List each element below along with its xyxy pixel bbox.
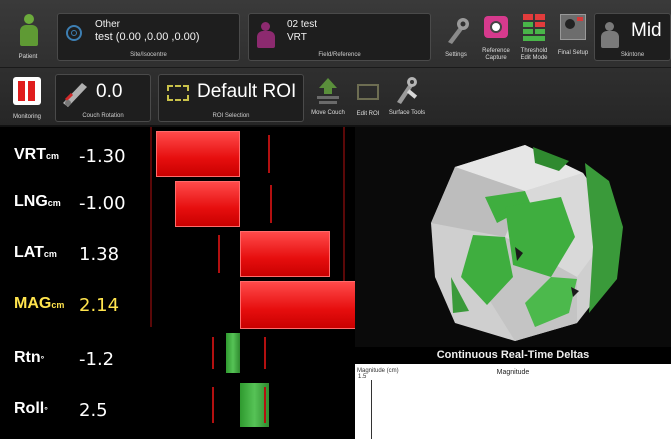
patient-icon	[19, 14, 39, 46]
threshold-guide-line	[150, 127, 152, 327]
reference-capture-label: Reference Capture	[482, 48, 510, 61]
site-caption: Site/Isocentre	[130, 52, 167, 58]
field-caption: Field/Reference	[318, 52, 361, 58]
site-panel[interactable]: Other test (0.00 ,0.00 ,0.00) Site/Isoce…	[57, 13, 240, 61]
move-couch-icon	[317, 78, 339, 104]
roi-icon	[167, 85, 189, 101]
delta-value: 1.38	[79, 244, 120, 265]
deltas-panel: VRTcm -1.30 LNGcm -1.00 LATcm 1.38 MAGcm…	[0, 127, 380, 439]
roi-value: Default ROI	[197, 81, 297, 102]
skintone-value: Mid	[631, 20, 662, 41]
monitoring-label: Monitoring	[12, 114, 41, 120]
delta-row-lng: LNGcm -1.00	[0, 183, 140, 223]
skintone-person-icon	[601, 22, 619, 48]
delta-row-lat: LATcm 1.38	[0, 234, 140, 274]
patient-label: Patient	[18, 54, 38, 60]
delta-bar-rtn	[225, 333, 240, 373]
wrench-icon	[448, 18, 469, 44]
crosshair-icon	[66, 25, 82, 41]
delta-bar-lat	[240, 231, 330, 277]
threshold-edit-button[interactable]: Threshold Edit Mode	[516, 10, 552, 66]
delta-value: -1.30	[79, 146, 126, 167]
delta-row-mag: MAGcm 2.14	[0, 285, 140, 325]
delta-bar-lng	[175, 181, 240, 227]
skintone-caption: Skintone	[620, 52, 645, 58]
roi-selection-panel[interactable]: Default ROI ROI Selection	[158, 74, 304, 122]
delta-unit: °	[44, 405, 48, 415]
delta-name: Roll	[14, 400, 45, 417]
delta-name: LAT	[14, 244, 44, 261]
delta-bars	[140, 127, 380, 439]
move-couch-label: Move Couch	[311, 110, 345, 116]
delta-name: VRT	[14, 146, 46, 163]
field-name: 02 test	[287, 19, 318, 30]
delta-unit: cm	[51, 300, 65, 310]
delta-bar-vrt	[155, 131, 240, 177]
couch-rotation-value: 0.0	[96, 81, 123, 102]
camera-icon	[484, 16, 508, 38]
toolbar-row-bottom: Monitoring 0.0 Couch Rotation Default RO…	[0, 68, 671, 127]
couch-rotation-panel[interactable]: 0.0 Couch Rotation	[55, 74, 151, 122]
reference-capture-button[interactable]: Reference Capture	[476, 12, 516, 66]
delta-tolerance-marker	[268, 135, 270, 173]
edit-roi-button[interactable]: Edit ROI	[350, 74, 386, 126]
delta-value: -1.00	[79, 193, 126, 214]
patient-button[interactable]: Patient	[4, 8, 52, 64]
delta-unit: °	[40, 354, 45, 364]
field-panel[interactable]: 02 test VRT Field/Reference	[248, 13, 431, 61]
delta-row-vrt: VRTcm -1.30	[0, 136, 140, 176]
roi-caption: ROI Selection	[212, 113, 250, 119]
site-coords: test (0.00 ,0.00 ,0.00)	[95, 31, 200, 43]
delta-value: 2.14	[79, 295, 120, 316]
continuous-deltas-title: Continuous Real-Time Deltas	[355, 347, 671, 364]
settings-button[interactable]: Settings	[438, 12, 474, 62]
final-setup-icon	[560, 14, 586, 40]
delta-row-rtn: Rtn° -1.2	[0, 339, 140, 379]
threshold-label: Threshold Edit Mode	[520, 48, 548, 61]
delta-unit: cm	[43, 249, 57, 259]
delta-tolerance-marker	[218, 235, 220, 273]
surface-3d-view[interactable]	[355, 127, 671, 347]
delta-tolerance-marker	[264, 387, 266, 423]
field-person-icon	[257, 22, 275, 48]
surface-overlay-render	[431, 145, 623, 341]
tools-icon	[397, 77, 418, 104]
continuous-magnitude-plot[interactable]: Magnitude (cm) 1.5 Magnitude	[355, 364, 671, 439]
delta-tolerance-marker	[270, 185, 272, 223]
settings-label: Settings	[445, 52, 467, 58]
couch-icon	[63, 83, 87, 107]
delta-unit: cm	[47, 198, 61, 208]
field-ref: VRT	[287, 32, 307, 43]
plot-y-axis	[371, 380, 372, 439]
delta-name: LNG	[14, 193, 48, 210]
skintone-panel[interactable]: Mid Skintone	[594, 13, 671, 61]
delta-value: -1.2	[79, 349, 115, 370]
monitoring-button[interactable]: Monitoring	[4, 74, 50, 126]
final-setup-button[interactable]: Final Setup	[553, 12, 593, 66]
delta-row-roll: Roll° 2.5	[0, 390, 140, 430]
delta-value: 2.5	[79, 400, 108, 421]
delta-tolerance-marker	[212, 387, 214, 423]
site-name: Other	[95, 19, 121, 30]
delta-name: Rtn	[14, 349, 41, 366]
final-setup-label: Final Setup	[557, 50, 589, 56]
toolbar-row-top: Patient Other test (0.00 ,0.00 ,0.00) Si…	[0, 0, 671, 68]
couch-rotation-caption: Couch Rotation	[82, 113, 124, 119]
edit-roi-label: Edit ROI	[356, 111, 380, 117]
delta-tolerance-marker	[212, 337, 214, 369]
surface-tools-label: Surface Tools	[388, 110, 426, 116]
delta-tolerance-marker	[264, 337, 266, 369]
plot-title: Magnitude	[496, 369, 530, 376]
pause-icon	[13, 77, 41, 105]
delta-name: MAG	[14, 295, 52, 312]
threshold-icon	[523, 14, 545, 42]
move-couch-button[interactable]: Move Couch	[308, 74, 348, 126]
delta-unit: cm	[46, 151, 60, 161]
edit-roi-icon	[357, 84, 379, 100]
surface-tools-button[interactable]: Surface Tools	[388, 74, 426, 126]
toolbar: Patient Other test (0.00 ,0.00 ,0.00) Si…	[0, 0, 671, 127]
